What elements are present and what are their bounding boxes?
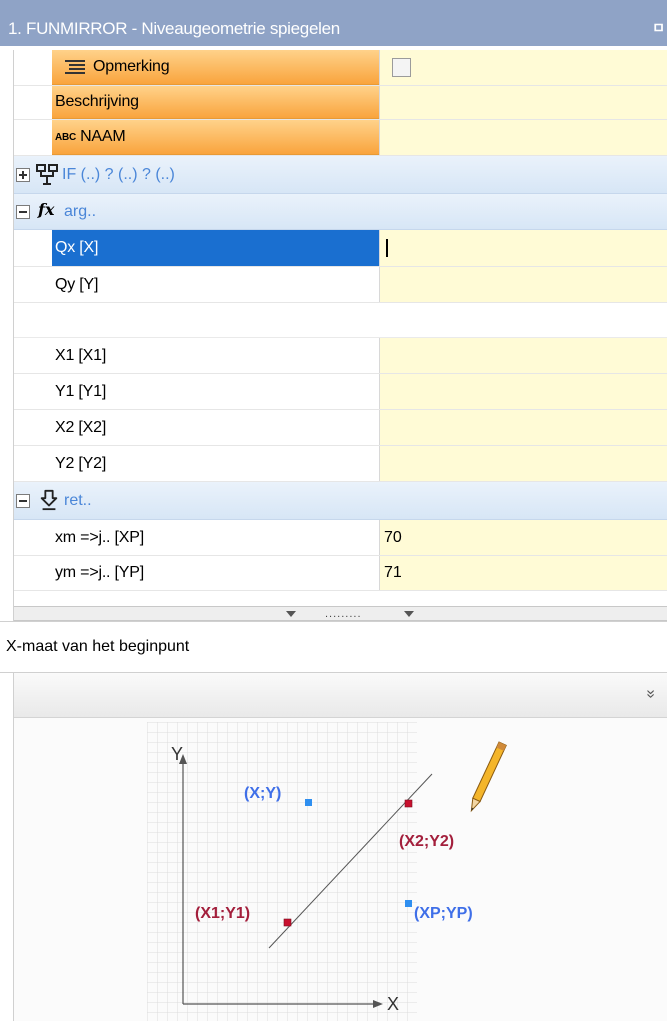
expand-plus-icon[interactable] bbox=[16, 168, 30, 182]
preview-panel: Y X (X;Y) (X2;Y2) (X1;Y1) (XP;YP) bbox=[14, 718, 667, 1021]
property-grid: Opmerking Beschrijving ABC NAAM IF (..) … bbox=[14, 50, 667, 606]
description-panel: X-maat van het beginpunt bbox=[0, 621, 667, 673]
x2-field[interactable] bbox=[379, 410, 667, 445]
row-opmerking-label[interactable]: Opmerking bbox=[52, 50, 379, 85]
abc-icon: ABC bbox=[55, 131, 77, 143]
section-if[interactable]: IF (..) ? (..) ? (..) bbox=[14, 156, 667, 194]
row-qy-label[interactable]: Qy [Y] bbox=[52, 267, 379, 302]
ym-field[interactable]: 71 bbox=[379, 556, 667, 590]
window-titlebar: 1. FUNMIRROR - Niveaugeometrie spiegelen… bbox=[0, 0, 667, 46]
opmerking-checkbox[interactable] bbox=[392, 58, 411, 77]
double-chevron-down-icon[interactable]: » bbox=[642, 690, 660, 699]
row-qy[interactable]: Qy [Y] bbox=[14, 267, 667, 303]
description-text: X-maat van het beginpunt bbox=[6, 638, 190, 655]
naam-field[interactable] bbox=[379, 120, 667, 155]
beschrijving-field[interactable] bbox=[379, 86, 667, 119]
fx-icon: fx bbox=[38, 200, 55, 219]
row-xm[interactable]: xm =>j.. [XP] 70 bbox=[14, 520, 667, 556]
return-arrow-icon bbox=[40, 489, 58, 511]
row-x2[interactable]: X2 [X2] bbox=[14, 410, 667, 446]
point-x1y1-marker bbox=[283, 918, 292, 927]
section-ret-label: ret.. bbox=[64, 491, 92, 509]
flowchart-icon bbox=[36, 164, 58, 185]
point-xpyp-marker bbox=[405, 900, 412, 907]
row-x1-label[interactable]: X1 [X1] bbox=[52, 338, 379, 373]
y2-field[interactable] bbox=[379, 446, 667, 481]
section-ret[interactable]: ret.. bbox=[14, 482, 667, 520]
row-spacer bbox=[14, 303, 667, 338]
row-naam[interactable]: ABC NAAM bbox=[14, 120, 667, 156]
row-y1-label[interactable]: Y1 [Y1] bbox=[52, 374, 379, 409]
row-y2-label[interactable]: Y2 [Y2] bbox=[52, 446, 379, 481]
row-x1[interactable]: X1 [X1] bbox=[14, 338, 667, 374]
splitter-grip: ......... bbox=[325, 608, 362, 620]
row-qx-label[interactable]: Qx [X] bbox=[52, 230, 379, 266]
diagram-grid bbox=[147, 722, 417, 1021]
row-qx[interactable]: Qx [X] bbox=[14, 230, 667, 267]
point-xy-marker bbox=[305, 799, 312, 806]
row-opmerking-value[interactable] bbox=[379, 50, 667, 85]
point-x1y1-label: (X1;Y1) bbox=[195, 905, 250, 922]
collapse-minus-icon[interactable] bbox=[16, 205, 30, 219]
y-axis-label: Y bbox=[171, 744, 183, 764]
row-xm-label[interactable]: xm =>j.. [XP] bbox=[52, 520, 379, 555]
qx-field[interactable] bbox=[379, 230, 667, 266]
row-x2-label[interactable]: X2 [X2] bbox=[52, 410, 379, 445]
pin-icon[interactable]: ㅁ bbox=[652, 18, 665, 38]
preview-toolbar: » bbox=[14, 673, 667, 718]
row-beschrijving[interactable]: Beschrijving bbox=[14, 86, 667, 120]
splitter-down-arrow-icon bbox=[404, 611, 414, 617]
row-ym[interactable]: ym =>j.. [YP] 71 bbox=[14, 556, 667, 591]
y1-field[interactable] bbox=[379, 374, 667, 409]
row-beschrijving-label[interactable]: Beschrijving bbox=[52, 86, 379, 119]
row-y1[interactable]: Y1 [Y1] bbox=[14, 374, 667, 410]
xm-field[interactable]: 70 bbox=[379, 520, 667, 555]
row-opmerking[interactable]: Opmerking bbox=[14, 50, 667, 86]
row-opmerking-text: Opmerking bbox=[93, 58, 170, 75]
pencil-icon bbox=[470, 741, 507, 813]
point-xpyp-label: (XP;YP) bbox=[414, 905, 473, 922]
section-arg-label: arg.. bbox=[64, 202, 97, 220]
window-title: 1. FUNMIRROR - Niveaugeometrie spiegelen bbox=[8, 19, 340, 38]
point-x2y2-label: (X2;Y2) bbox=[399, 833, 454, 850]
row-beschrijving-text: Beschrijving bbox=[55, 93, 139, 110]
x-axis-label: X bbox=[387, 994, 399, 1014]
panel-splitter[interactable]: ......... bbox=[14, 606, 667, 621]
point-x2y2-marker bbox=[404, 799, 413, 808]
row-naam-label[interactable]: ABC NAAM bbox=[52, 120, 379, 155]
row-ym-label[interactable]: ym =>j.. [YP] bbox=[52, 556, 379, 590]
list-icon bbox=[65, 60, 85, 74]
x1-field[interactable] bbox=[379, 338, 667, 373]
section-arg[interactable]: fx arg.. bbox=[14, 194, 667, 230]
row-y2[interactable]: Y2 [Y2] bbox=[14, 446, 667, 482]
qy-field[interactable] bbox=[379, 267, 667, 302]
splitter-down-arrow-icon bbox=[286, 611, 296, 617]
point-xy-label: (X;Y) bbox=[244, 785, 281, 802]
section-if-label: IF (..) ? (..) ? (..) bbox=[62, 165, 175, 183]
row-naam-text: NAAM bbox=[80, 128, 126, 145]
collapse-minus-icon[interactable] bbox=[16, 494, 30, 508]
geometry-diagram: Y X (X;Y) (X2;Y2) (X1;Y1) (XP;YP) bbox=[147, 722, 507, 1021]
text-caret bbox=[386, 239, 388, 257]
